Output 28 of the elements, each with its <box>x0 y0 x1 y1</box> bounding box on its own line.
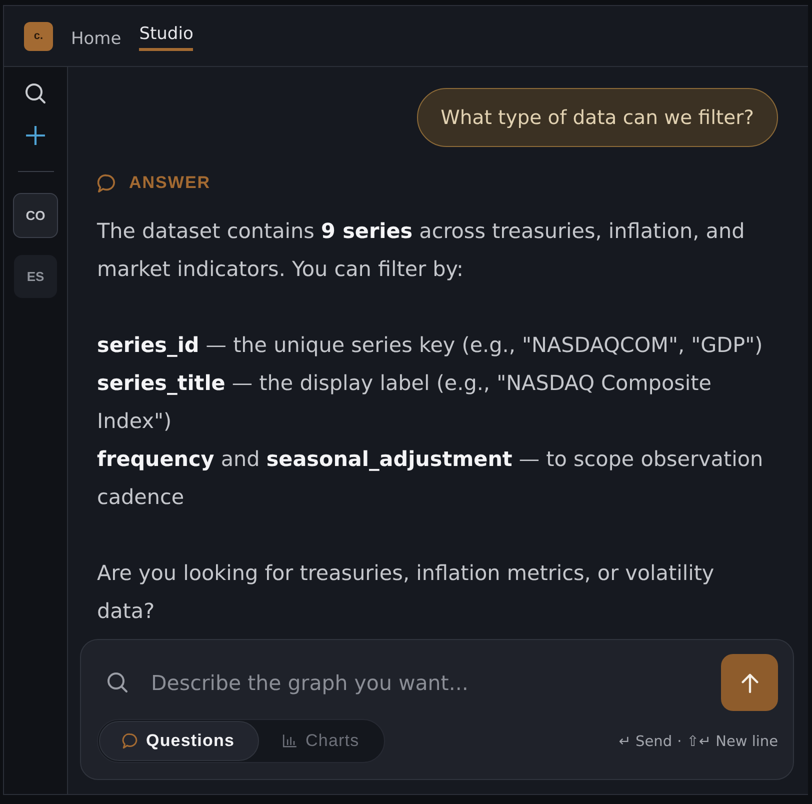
answer-text: series_title — the display label (e.g., "NASDAQ Composite Index") <box>97 370 712 435</box>
search-button[interactable] <box>24 81 48 105</box>
mode-tab[interactable]: Charts <box>258 721 384 761</box>
nav-tab[interactable]: Studio <box>139 22 194 50</box>
new-button[interactable] <box>24 123 48 147</box>
answer-text: series_id — the unique series key (e.g., "NASDAQCOM", "GDP") <box>97 332 764 359</box>
separator-dot: · <box>677 734 682 750</box>
search-icon <box>107 672 128 693</box>
search-icon <box>25 82 46 104</box>
nav-tab[interactable]: Home <box>71 22 122 54</box>
logo[interactable]: c. <box>24 22 53 50</box>
shortcut-hint: ⇧↵ New line <box>686 734 778 750</box>
shortcut-hint: ↵ Send <box>618 734 672 750</box>
plus-icon <box>25 124 46 146</box>
answer-text: The dataset contains 9 series across treasuries, inflation, and market indicators. You can filter by: <box>97 218 746 283</box>
workspace-button[interactable]: ES <box>14 255 57 298</box>
user-message: What type of data can we filter? <box>416 88 778 147</box>
workspace-button[interactable]: CO <box>13 193 58 238</box>
bar-chart-icon <box>282 733 298 749</box>
answer-label: ANSWER <box>129 173 211 193</box>
answer-text: Are you looking for treasuries, inflation metrics, or volatility data? <box>97 560 716 625</box>
send-button[interactable] <box>721 654 778 711</box>
speech-bubble-icon <box>97 174 116 192</box>
answer-text: frequency and seasonal_adjustment — to scope observation cadence <box>97 446 764 511</box>
mode-tab[interactable]: Questions <box>99 721 259 761</box>
arrow-up-icon <box>740 672 758 692</box>
speech-bubble-icon <box>122 733 138 749</box>
prompt-input[interactable]: Describe the graph you want... <box>151 666 721 700</box>
